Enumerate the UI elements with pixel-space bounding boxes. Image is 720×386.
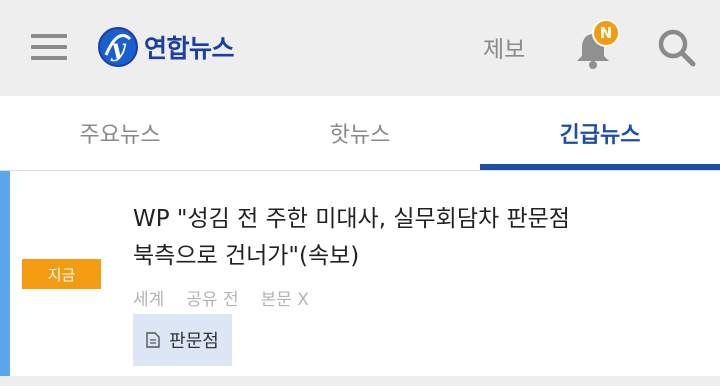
keyword-tag[interactable]: 판문점 xyxy=(133,314,232,366)
now-badge: 지금 xyxy=(22,259,101,289)
meta-body: 본문 X xyxy=(260,290,309,310)
headline-line-2: 북측으로 건너가"(속보) xyxy=(133,243,360,269)
tab-breaking-news[interactable]: 긴급뉴스 xyxy=(480,96,720,170)
tag-label: 판문점 xyxy=(169,331,219,352)
logo[interactable]: y 연합뉴스 xyxy=(96,22,235,72)
item-accent-bar xyxy=(0,171,10,376)
menu-icon[interactable] xyxy=(31,34,67,60)
logo-text: 연합뉴스 xyxy=(144,34,235,63)
headline-line-1: WP "성김 전 주한 미대사, 실무회담차 판문점 xyxy=(133,206,570,232)
report-button[interactable]: 제보 xyxy=(483,30,525,64)
top-app-bar: y 연합뉴스 제보 N xyxy=(0,0,720,96)
document-icon xyxy=(146,332,160,348)
news-list-item[interactable]: 지금 WP "성김 전 주한 미대사, 실무회담차 판문점 북측으로 건너가"(… xyxy=(0,171,720,376)
article-meta: 세계 공유 전 본문 X xyxy=(133,285,309,310)
search-icon[interactable] xyxy=(656,27,696,67)
article-headline[interactable]: WP "성김 전 주한 미대사, 실무회담차 판문점 북측으로 건너가"(속보) xyxy=(133,201,703,275)
notification-badge: N xyxy=(592,19,620,47)
tab-hot-news[interactable]: 핫뉴스 xyxy=(240,96,480,170)
meta-section: 세계 xyxy=(133,290,165,310)
svg-text:y: y xyxy=(110,33,127,62)
tab-bar: 주요뉴스 핫뉴스 긴급뉴스 xyxy=(0,96,720,170)
tab-main-news[interactable]: 주요뉴스 xyxy=(0,96,240,170)
logo-icon: y xyxy=(98,27,138,67)
bottom-strip xyxy=(0,376,720,386)
meta-share: 공유 전 xyxy=(186,290,239,310)
